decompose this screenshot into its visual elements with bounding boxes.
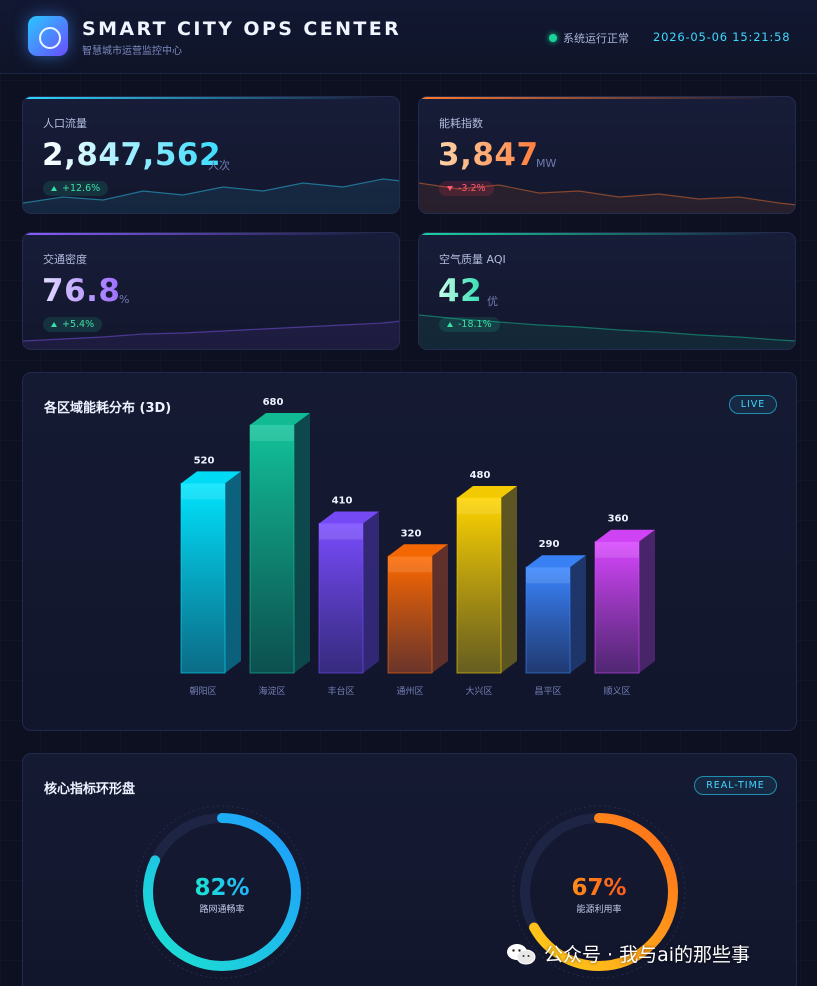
kpi-label: 空气质量 AQI [439, 253, 506, 266]
card-accent-line [419, 233, 795, 235]
bar-category-label: 顺义区 [603, 686, 630, 697]
bar-value-label: 520 [194, 455, 215, 466]
kpi-change-badge: +12.6% [43, 181, 109, 196]
kpi-change-text: +12.6% [62, 183, 101, 194]
ring-label-text: 能源利用率 [576, 903, 621, 915]
bar-昌平区[interactable]: 290 昌平区 [525, 539, 586, 697]
bar-category-label: 通州区 [396, 686, 423, 697]
bar-通州区[interactable]: 320 通州区 [387, 528, 448, 697]
logo-icon [28, 16, 68, 56]
bar-side-face [294, 413, 310, 673]
ring-label-text: 路网通畅率 [199, 903, 244, 915]
kpi-card-energy[interactable]: 能耗指数 3,847 MW -3.2% [418, 96, 796, 214]
watermark: 公众号 · 我与ai的那些事 [506, 940, 750, 967]
kpi-change-text: -3.2% [458, 183, 486, 194]
kpi-card-population[interactable]: 人口流量 2,847,562 人次 +12.6% [22, 96, 400, 214]
app-title: SMART CITY OPS CENTER [82, 18, 402, 40]
wechat-icon [507, 943, 536, 964]
kpi-change-badge: -3.2% [439, 181, 494, 196]
arrow-down-icon [447, 186, 453, 191]
bar-highlight [457, 497, 501, 514]
bar-value-label: 680 [263, 397, 284, 408]
bar-category-label: 海淀区 [258, 685, 285, 697]
ring-value-text: 67% [571, 875, 626, 901]
bar-顺义区[interactable]: 360 顺义区 [594, 514, 655, 697]
bar-front-face [318, 522, 364, 674]
bar-front-face [180, 482, 226, 674]
bar-value-label: 360 [608, 514, 629, 525]
ring-value-text: 82% [194, 875, 249, 901]
bar-highlight [388, 556, 432, 573]
kpi-change-badge: -18.1% [439, 317, 500, 332]
bar-highlight [181, 483, 225, 500]
current-datetime: 2026-05-06 15:21:58 [653, 30, 791, 44]
app-subtitle: 智慧城市运营监控中心 [82, 46, 182, 57]
bar-front-face [456, 497, 502, 674]
bar-highlight [595, 541, 639, 558]
status-dot-icon [549, 34, 557, 42]
energy-bar-chart: 520 朝阳区 680 海淀区 410 丰台区 320 通州区 480 大兴区 290 昌平区 360 顺… [180, 397, 655, 697]
bar-front-face [387, 555, 433, 674]
kpi-label: 人口流量 [43, 117, 87, 130]
kpi-value: 76.8 [42, 273, 121, 309]
bar-value-label: 290 [539, 539, 560, 550]
bar-category-label: 朝阳区 [189, 686, 216, 697]
system-status: 系统运行正常 [549, 30, 629, 46]
bar-side-face [363, 511, 379, 673]
bar-front-face [594, 541, 640, 674]
ring-gauge-road: 82% 路网通畅率 [135, 805, 309, 979]
bar-side-face [225, 471, 241, 673]
bar-front-face [249, 424, 295, 674]
bar-海淀区[interactable]: 680 海淀区 [249, 397, 310, 697]
bar-value-label: 480 [470, 470, 491, 481]
kpi-card-traffic[interactable]: 交通密度 76.8 % +5.4% [22, 232, 400, 350]
kpi-unit: 人次 [208, 159, 230, 172]
top-header: SMART CITY OPS CENTER 智慧城市运营监控中心 系统运行正常 … [0, 0, 817, 74]
bar-朝阳区[interactable]: 520 朝阳区 [180, 455, 241, 697]
bar-丰台区[interactable]: 410 丰台区 [318, 495, 379, 697]
bar-大兴区[interactable]: 480 大兴区 [456, 470, 517, 697]
kpi-change-text: +5.4% [62, 319, 95, 330]
watermark-text: 公众号 · 我与ai的那些事 [544, 944, 751, 966]
bar-side-face [639, 529, 655, 673]
arrow-up-icon [447, 322, 453, 327]
kpi-unit: MW [536, 157, 557, 170]
kpi-label: 交通密度 [43, 253, 87, 266]
kpi-value: 42 [438, 273, 483, 309]
bar-value-label: 410 [332, 495, 353, 506]
card-accent-line [419, 97, 795, 99]
bar-side-face [501, 485, 517, 673]
bar-side-face [432, 544, 448, 673]
bar-category-label: 丰台区 [327, 685, 354, 697]
arrow-up-icon [51, 186, 57, 191]
bar-highlight [250, 425, 294, 441]
bar-highlight [526, 567, 570, 584]
bar-category-label: 昌平区 [534, 686, 561, 697]
kpi-unit: 优 [487, 295, 498, 308]
bar-chart-panel: 各区域能耗分布 (3D) LIVE 520 朝阳区 680 海淀区 410 丰台区 320 通… [22, 372, 797, 731]
bar-value-label: 320 [401, 528, 422, 539]
arrow-up-icon [51, 322, 57, 327]
kpi-value: 2,847,562 [42, 137, 222, 173]
kpi-change-text: -18.1% [458, 319, 492, 330]
kpi-label: 能耗指数 [439, 117, 483, 130]
bar-highlight [319, 523, 363, 540]
card-accent-line [23, 97, 399, 99]
bar-category-label: 大兴区 [465, 685, 492, 697]
status-text: 系统运行正常 [563, 32, 629, 45]
card-accent-line [23, 233, 399, 235]
kpi-unit: % [119, 293, 130, 306]
kpi-card-air-quality[interactable]: 空气质量 AQI 42 优 -18.1% [418, 232, 796, 350]
kpi-change-badge: +5.4% [43, 317, 103, 332]
bar-side-face [570, 555, 586, 673]
kpi-value: 3,847 [438, 137, 539, 173]
